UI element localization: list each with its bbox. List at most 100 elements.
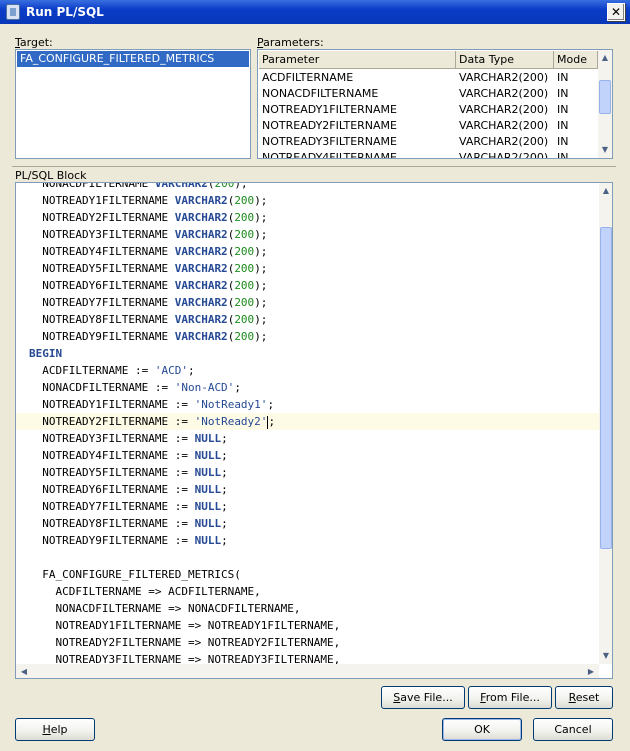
from-file-button[interactable]: From File...	[468, 686, 552, 709]
code-token: ;	[267, 398, 275, 411]
parameters-table: Parameter Data Type Mode ACDFILTERNAME V…	[257, 49, 613, 159]
parameters-vertical-scrollbar[interactable]: ▲ ▼	[598, 50, 612, 158]
code-token: 200	[234, 194, 255, 207]
code-line[interactable]: ACDFILTERNAME := 'ACD';	[16, 362, 599, 379]
param-name-cell: ACDFILTERNAME	[262, 71, 354, 84]
code-line[interactable]: NOTREADY1FILTERNAME => NOTREADY1FILTERNA…	[16, 617, 599, 634]
code-token: 200	[234, 296, 255, 309]
code-token: );	[254, 330, 268, 343]
scroll-right-arrow-icon[interactable]: ▶	[583, 664, 599, 678]
scroll-thumb[interactable]	[600, 227, 612, 549]
code-line[interactable]: NOTREADY5FILTERNAME VARCHAR2(200);	[16, 260, 599, 277]
target-label: Target:	[15, 36, 53, 49]
code-token: 200	[234, 211, 255, 224]
code-line[interactable]: NOTREADY8FILTERNAME VARCHAR2(200);	[16, 311, 599, 328]
code-token: VARCHAR2	[174, 245, 228, 258]
scroll-down-arrow-icon[interactable]: ▼	[599, 648, 612, 664]
scroll-up-arrow-icon[interactable]: ▲	[599, 183, 612, 199]
code-token: );	[254, 279, 268, 292]
code-token: 200	[214, 182, 235, 190]
code-line[interactable]: NOTREADY3FILTERNAME VARCHAR2(200);	[16, 226, 599, 243]
target-list[interactable]: FA_CONFIGURE_FILTERED_METRICS	[15, 49, 251, 159]
code-line[interactable]: NONACDFILTERNAME => NONACDFILTERNAME,	[16, 600, 599, 617]
param-name-cell: NOTREADY1FILTERNAME	[262, 103, 398, 116]
code-token: NOTREADY7FILTERNAME :=	[29, 500, 195, 513]
code-token: VARCHAR2	[174, 211, 228, 224]
code-token: 200	[234, 245, 255, 258]
param-mode-cell: IN	[557, 103, 569, 116]
code-line[interactable]: NOTREADY5FILTERNAME := NULL;	[16, 464, 599, 481]
editor-vertical-scrollbar[interactable]: ▲ ▼	[599, 183, 612, 664]
code-token: ;	[221, 449, 228, 462]
code-token: NOTREADY8FILTERNAME :=	[29, 517, 195, 530]
code-token: ;	[221, 483, 228, 496]
param-name-cell: NONACDFILTERNAME	[262, 87, 379, 100]
code-line[interactable]: NONACDFILTERNAME VARCHAR2(200);	[16, 182, 599, 192]
param-mode-cell: IN	[557, 71, 569, 84]
code-line[interactable]: NOTREADY4FILTERNAME VARCHAR2(200);	[16, 243, 599, 260]
code-line[interactable]: NOTREADY1FILTERNAME := 'NotReady1';	[16, 396, 599, 413]
code-line-current[interactable]: NOTREADY2FILTERNAME := 'NotReady2';	[16, 413, 599, 430]
code-token: NOTREADY2FILTERNAME => NOTREADY2FILTERNA…	[29, 636, 341, 649]
code-token: NULL	[194, 483, 222, 496]
close-button[interactable]: ✕	[607, 3, 625, 21]
code-token: VARCHAR2	[154, 182, 208, 190]
code-token: VARCHAR2	[174, 228, 228, 241]
plsql-code-editor[interactable]: NONACDFILTERNAME VARCHAR2(200); NOTREADY…	[15, 182, 613, 679]
code-line[interactable]: NOTREADY7FILTERNAME VARCHAR2(200);	[16, 294, 599, 311]
code-token: NOTREADY3FILTERNAME :=	[29, 432, 195, 445]
param-name-cell: NOTREADY4FILTERNAME	[262, 151, 398, 159]
code-token: NULL	[194, 449, 222, 462]
cancel-button[interactable]: Cancel	[533, 718, 613, 741]
code-token: );	[254, 296, 268, 309]
code-token: VARCHAR2	[174, 296, 228, 309]
code-line[interactable]: NONACDFILTERNAME := 'Non-ACD';	[16, 379, 599, 396]
code-token: VARCHAR2	[174, 194, 228, 207]
code-line[interactable]	[16, 549, 599, 566]
column-header-data-type[interactable]: Data Type	[456, 51, 554, 69]
code-line[interactable]: NOTREADY9FILTERNAME VARCHAR2(200);	[16, 328, 599, 345]
code-token: ;	[187, 364, 195, 377]
column-header-parameter[interactable]: Parameter	[259, 51, 456, 69]
code-line[interactable]: BEGIN	[16, 345, 599, 362]
code-token: NOTREADY8FILTERNAME	[29, 313, 175, 326]
code-token: NULL	[194, 534, 222, 547]
code-token: 'Non-ACD'	[174, 381, 235, 394]
code-line[interactable]: NOTREADY2FILTERNAME => NOTREADY2FILTERNA…	[16, 634, 599, 651]
scroll-up-arrow-icon[interactable]: ▲	[598, 50, 612, 66]
code-line[interactable]: NOTREADY6FILTERNAME := NULL;	[16, 481, 599, 498]
code-line[interactable]: NOTREADY1FILTERNAME VARCHAR2(200);	[16, 192, 599, 209]
code-line[interactable]: NOTREADY6FILTERNAME VARCHAR2(200);	[16, 277, 599, 294]
editor-horizontal-scrollbar[interactable]: ◀ ▶	[16, 664, 599, 678]
code-token: NOTREADY9FILTERNAME :=	[29, 534, 195, 547]
target-item-selected[interactable]: FA_CONFIGURE_FILTERED_METRICS	[17, 51, 249, 67]
code-token: ACDFILTERNAME :=	[29, 364, 155, 377]
scroll-left-arrow-icon[interactable]: ◀	[16, 664, 32, 678]
code-token: FA_CONFIGURE_FILTERED_METRICS(	[29, 568, 241, 581]
code-line[interactable]: NOTREADY3FILTERNAME := NULL;	[16, 430, 599, 447]
code-line[interactable]: NOTREADY2FILTERNAME VARCHAR2(200);	[16, 209, 599, 226]
code-line[interactable]: FA_CONFIGURE_FILTERED_METRICS(	[16, 566, 599, 583]
code-token: NOTREADY1FILTERNAME	[29, 194, 175, 207]
code-line[interactable]: NOTREADY8FILTERNAME := NULL;	[16, 515, 599, 532]
save-file-button[interactable]: Save File...	[381, 686, 465, 709]
code-line[interactable]: ACDFILTERNAME => ACDFILTERNAME,	[16, 583, 599, 600]
param-type-cell: VARCHAR2(200)	[459, 119, 549, 132]
code-token: );	[254, 228, 268, 241]
code-token: 200	[234, 330, 255, 343]
reset-button[interactable]: Reset	[555, 686, 613, 709]
help-button[interactable]: Help	[15, 718, 95, 741]
ok-button[interactable]: OK	[442, 718, 522, 741]
code-token: VARCHAR2	[174, 313, 228, 326]
code-token: ;	[221, 466, 228, 479]
scroll-down-arrow-icon[interactable]: ▼	[598, 142, 612, 158]
code-token: NOTREADY6FILTERNAME :=	[29, 483, 195, 496]
param-mode-cell: IN	[557, 119, 569, 132]
column-header-mode[interactable]: Mode	[554, 51, 598, 69]
code-token: );	[254, 245, 268, 258]
scroll-thumb[interactable]	[599, 80, 611, 114]
param-name-cell: NOTREADY2FILTERNAME	[262, 119, 398, 132]
code-line[interactable]: NOTREADY7FILTERNAME := NULL;	[16, 498, 599, 515]
code-line[interactable]: NOTREADY4FILTERNAME := NULL;	[16, 447, 599, 464]
code-line[interactable]: NOTREADY9FILTERNAME := NULL;	[16, 532, 599, 549]
